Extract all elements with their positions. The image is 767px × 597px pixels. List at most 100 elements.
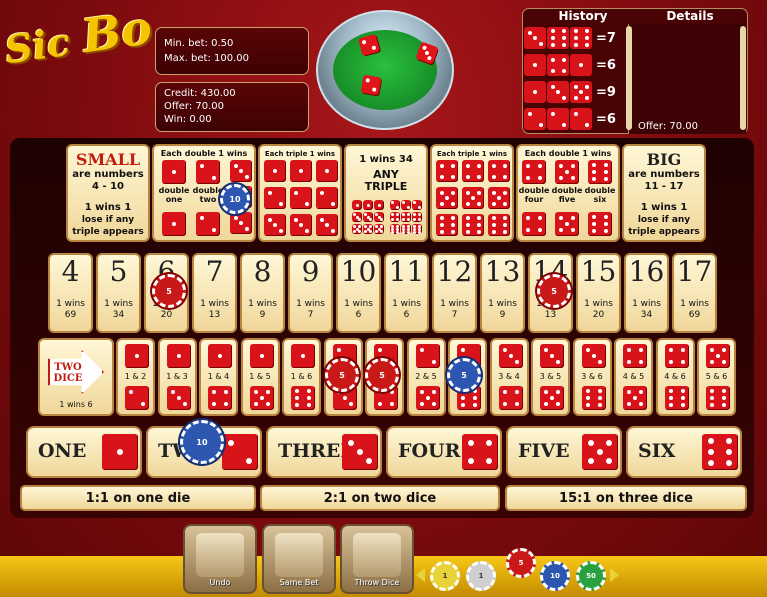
placed-chip[interactable]: 10	[180, 420, 224, 464]
die-4-icon	[208, 386, 232, 410]
two-dice-payout: 1 wins 6	[59, 400, 93, 409]
chip-selector-50[interactable]: 50	[576, 561, 606, 591]
total-bet-12[interactable]: 12 1 wins 7	[432, 253, 477, 333]
combo-label: 1 & 4	[207, 372, 230, 381]
total-bet-10[interactable]: 10 1 wins 6	[336, 253, 381, 333]
combo-label: 4 & 5	[622, 372, 645, 381]
die-2-icon	[290, 187, 312, 209]
history-scrollbar[interactable]	[626, 26, 632, 130]
details-area	[628, 24, 746, 134]
die-1-icon	[363, 200, 373, 210]
die-5-icon	[555, 160, 579, 184]
placed-chip[interactable]: 5	[365, 358, 399, 392]
placed-chip[interactable]: 10	[220, 184, 250, 214]
die-5-icon	[436, 187, 458, 209]
max-bet-label: Max. bet:	[164, 53, 211, 64]
single-bet-one[interactable]: ONE	[26, 426, 142, 478]
total-bet-16[interactable]: 16 1 wins 34	[624, 253, 669, 333]
placed-chip[interactable]: 5	[447, 358, 481, 392]
doubles-right-bet[interactable]: Each double 1 wins 12 double fourdouble …	[516, 144, 620, 242]
die-6-icon	[588, 212, 612, 236]
double-label: double four	[518, 186, 550, 204]
total-bet-7[interactable]: 7 1 wins 13	[192, 253, 237, 333]
total-bet-15[interactable]: 15 1 wins 20	[576, 253, 621, 333]
die-6-icon	[462, 214, 484, 236]
offer-value: 70.00	[195, 101, 225, 112]
total-bet-13[interactable]: 13 1 wins 9	[480, 253, 525, 333]
details-title: Details	[666, 9, 714, 23]
combo-bet-1-5[interactable]: 1 & 5	[240, 338, 280, 416]
die-6-icon	[588, 160, 612, 184]
die-4-icon	[498, 386, 523, 410]
chip-selector-1[interactable]: 1	[430, 561, 460, 591]
big-bet[interactable]: BIG are numbers 11 - 17 1 wins 1 lose if…	[622, 144, 706, 242]
combo-bet-1-4[interactable]: 1 & 4	[199, 338, 238, 416]
placed-chip[interactable]: 5	[537, 274, 571, 308]
placed-chip[interactable]: 5	[152, 274, 186, 308]
die-6-icon	[706, 386, 730, 410]
total-bet-17[interactable]: 17 1 wins 69	[672, 253, 717, 333]
undo-icon	[196, 533, 244, 577]
chip-selector-5[interactable]: 5	[506, 548, 536, 578]
total-bet-11[interactable]: 11 1 wins 6	[384, 253, 429, 333]
any-triple-line1: 1 wins 34	[359, 154, 413, 165]
die-5-icon	[363, 224, 373, 234]
any-triple-bet[interactable]: 1 wins 34 ANY TRIPLE	[344, 144, 428, 242]
total-payout: 1 wins 7	[296, 299, 325, 320]
die-6-icon	[412, 224, 422, 234]
triples-left-bet[interactable]: Each triple 1 wins 207	[258, 144, 342, 242]
die-3-icon	[264, 214, 286, 236]
chip-prev-arrow-icon[interactable]	[416, 568, 425, 582]
combo-bet-1-2[interactable]: 1 & 2	[116, 338, 155, 416]
total-number: 12	[436, 255, 473, 288]
small-line2: 4 - 10	[92, 181, 124, 192]
same-bet-icon	[275, 533, 323, 577]
combo-bet-3-6[interactable]: 3 & 6	[572, 338, 612, 416]
total-number: 9	[301, 255, 320, 288]
same-bet-button[interactable]: Same Bet	[262, 524, 336, 594]
combo-bet-3-5[interactable]: 3 & 5	[531, 338, 570, 416]
die-1-icon	[352, 200, 362, 210]
small-bet[interactable]: SMALL are numbers 4 - 10 1 wins 1 lose i…	[66, 144, 150, 242]
total-bet-4[interactable]: 4 1 wins 69	[48, 253, 93, 333]
single-bet-four[interactable]: FOUR	[386, 426, 502, 478]
combo-bet-1-3[interactable]: 1 & 3	[157, 338, 197, 416]
total-payout: 1 wins 9	[488, 299, 517, 320]
triples-right-bet[interactable]: Each triple 1 wins 207	[430, 144, 514, 242]
history-die-icon	[524, 81, 546, 103]
die-6-icon	[581, 386, 606, 410]
chip-next-arrow-icon[interactable]	[610, 568, 619, 582]
combo-bet-1-6[interactable]: 1 & 6	[282, 338, 321, 416]
combo-bet-4-6[interactable]: 4 & 6	[655, 338, 695, 416]
total-bet-5[interactable]: 5 1 wins 34	[96, 253, 141, 333]
die-5-icon	[462, 187, 484, 209]
die-5-icon	[555, 212, 579, 236]
big-line3: 1 wins 1	[640, 202, 688, 213]
throw-dice-button[interactable]: Throw Dice	[340, 524, 414, 594]
combo-bet-5-6[interactable]: 5 & 6	[697, 338, 736, 416]
combo-label: 5 & 6	[705, 372, 728, 381]
total-bet-9[interactable]: 9 1 wins 7	[288, 253, 333, 333]
offer-label: Offer:	[164, 101, 193, 112]
chip-selector-1[interactable]: 1	[466, 561, 496, 591]
combo-bet-4-5[interactable]: 4 & 5	[614, 338, 653, 416]
die-2-icon	[222, 434, 258, 470]
big-line2: 11 - 17	[644, 181, 684, 192]
details-scrollbar[interactable]	[740, 26, 746, 130]
die-3-icon	[581, 344, 606, 368]
die-2-icon	[401, 200, 411, 210]
combo-bet-3-4[interactable]: 3 & 4	[489, 338, 529, 416]
single-bet-six[interactable]: SIX	[626, 426, 742, 478]
logo-bo: Bo	[78, 0, 156, 64]
placed-chip[interactable]: 5	[325, 358, 359, 392]
die-4-icon	[401, 212, 411, 222]
combo-bet-2-5[interactable]: 2 & 5	[406, 338, 446, 416]
undo-button[interactable]: Undo	[183, 524, 257, 594]
total-payout: 1 wins 6	[344, 299, 373, 320]
two-dice-title: TWO DICE	[53, 362, 83, 384]
min-bet-value: 0.50	[211, 38, 234, 49]
single-bet-five[interactable]: FIVE	[506, 426, 622, 478]
single-bet-three[interactable]: THREE	[266, 426, 382, 478]
total-bet-8[interactable]: 8 1 wins 9	[240, 253, 285, 333]
chip-selector-10[interactable]: 10	[540, 561, 570, 591]
